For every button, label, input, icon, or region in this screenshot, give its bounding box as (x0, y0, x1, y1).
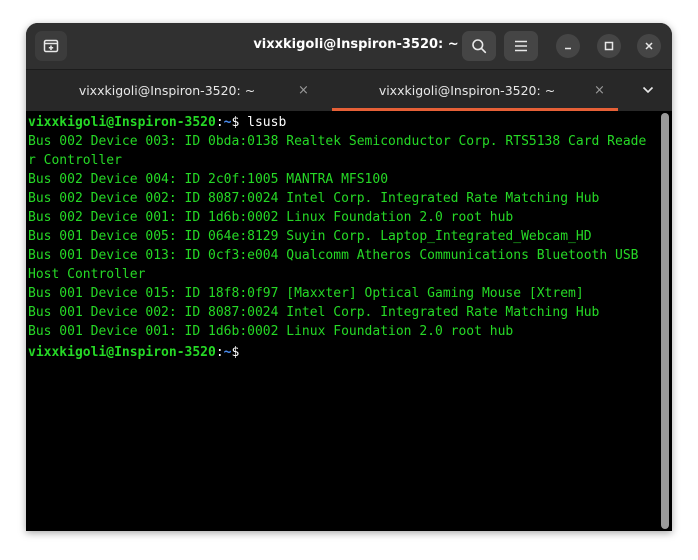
headerbar: vixxkigoli@Inspiron-3520: ~ (26, 23, 672, 69)
hamburger-menu-icon (515, 40, 527, 52)
tab-close-icon[interactable]: × (594, 83, 605, 98)
maximize-icon (604, 41, 614, 51)
main-menu-button[interactable] (504, 31, 538, 61)
output-line: Bus 002 Device 001: ID 1d6b:0002 Linux F… (28, 210, 514, 225)
prompt-symbol: $ (231, 345, 248, 360)
output-line: Bus 001 Device 002: ID 8087:0024 Intel C… (28, 305, 600, 320)
tab-list-dropdown[interactable] (638, 82, 658, 98)
prompt-separator: : (215, 115, 224, 130)
output-line: Bus 001 Device 013: ID 0cf3:e004 Qualcom… (28, 248, 639, 263)
search-button[interactable] (462, 31, 496, 61)
tab-2[interactable]: vixxkigoli@Inspiron-3520: ~ × (332, 70, 618, 111)
output-line: Bus 002 Device 003: ID 0bda:0138 Realtek… (28, 134, 647, 149)
prompt-symbol: $ (231, 115, 248, 130)
output-line: Bus 001 Device 001: ID 1d6b:0002 Linux F… (28, 324, 514, 339)
output-line: Host Controller (28, 267, 146, 282)
tab-label: vixxkigoli@Inspiron-3520: ~ (78, 83, 256, 98)
prompt-line: vixxkigoli@Inspiron-3520:~$ lsusb (28, 113, 660, 132)
prompt-line: vixxkigoli@Inspiron-3520:~$ (28, 341, 660, 360)
new-tab-icon (43, 39, 59, 53)
tab-1[interactable]: vixxkigoli@Inspiron-3520: ~ × (34, 70, 320, 111)
output-line: Bus 001 Device 005: ID 064e:8129 Suyin C… (28, 229, 592, 244)
prompt-user: vixxkigoli@Inspiron-3520 (28, 345, 216, 360)
search-icon (472, 39, 487, 54)
output-line: r Controller (28, 153, 122, 168)
chevron-down-icon (642, 86, 654, 94)
new-tab-button[interactable] (35, 31, 67, 61)
prompt-user: vixxkigoli@Inspiron-3520 (28, 115, 216, 130)
minimize-icon (565, 47, 571, 50)
terminal-output[interactable]: vixxkigoli@Inspiron-3520:~$ lsusb Bus 00… (26, 111, 660, 531)
text-cursor (247, 341, 255, 356)
tab-close-icon[interactable]: × (298, 83, 309, 98)
output-line: Bus 002 Device 004: ID 2c0f:1005 MANTRA … (28, 172, 389, 187)
command-text: lsusb (247, 115, 287, 130)
scrollbar[interactable] (661, 113, 669, 529)
prompt-path: ~ (223, 345, 232, 360)
output-line: Bus 001 Device 015: ID 18f8:0f97 [Maxxte… (28, 286, 584, 301)
close-icon (645, 42, 653, 50)
minimize-button[interactable] (556, 34, 580, 58)
tab-label: vixxkigoli@Inspiron-3520: ~ (378, 83, 556, 98)
terminal-window: vixxkigoli@Inspiron-3520: ~ vixxkigoli@I… (26, 23, 672, 531)
prompt-separator: : (215, 345, 224, 360)
close-window-button[interactable] (637, 34, 661, 58)
output-line: Bus 002 Device 002: ID 8087:0024 Intel C… (28, 191, 600, 206)
prompt-path: ~ (223, 115, 232, 130)
tab-bar: vixxkigoli@Inspiron-3520: ~ × vixxkigoli… (26, 69, 672, 111)
maximize-button[interactable] (597, 34, 621, 58)
